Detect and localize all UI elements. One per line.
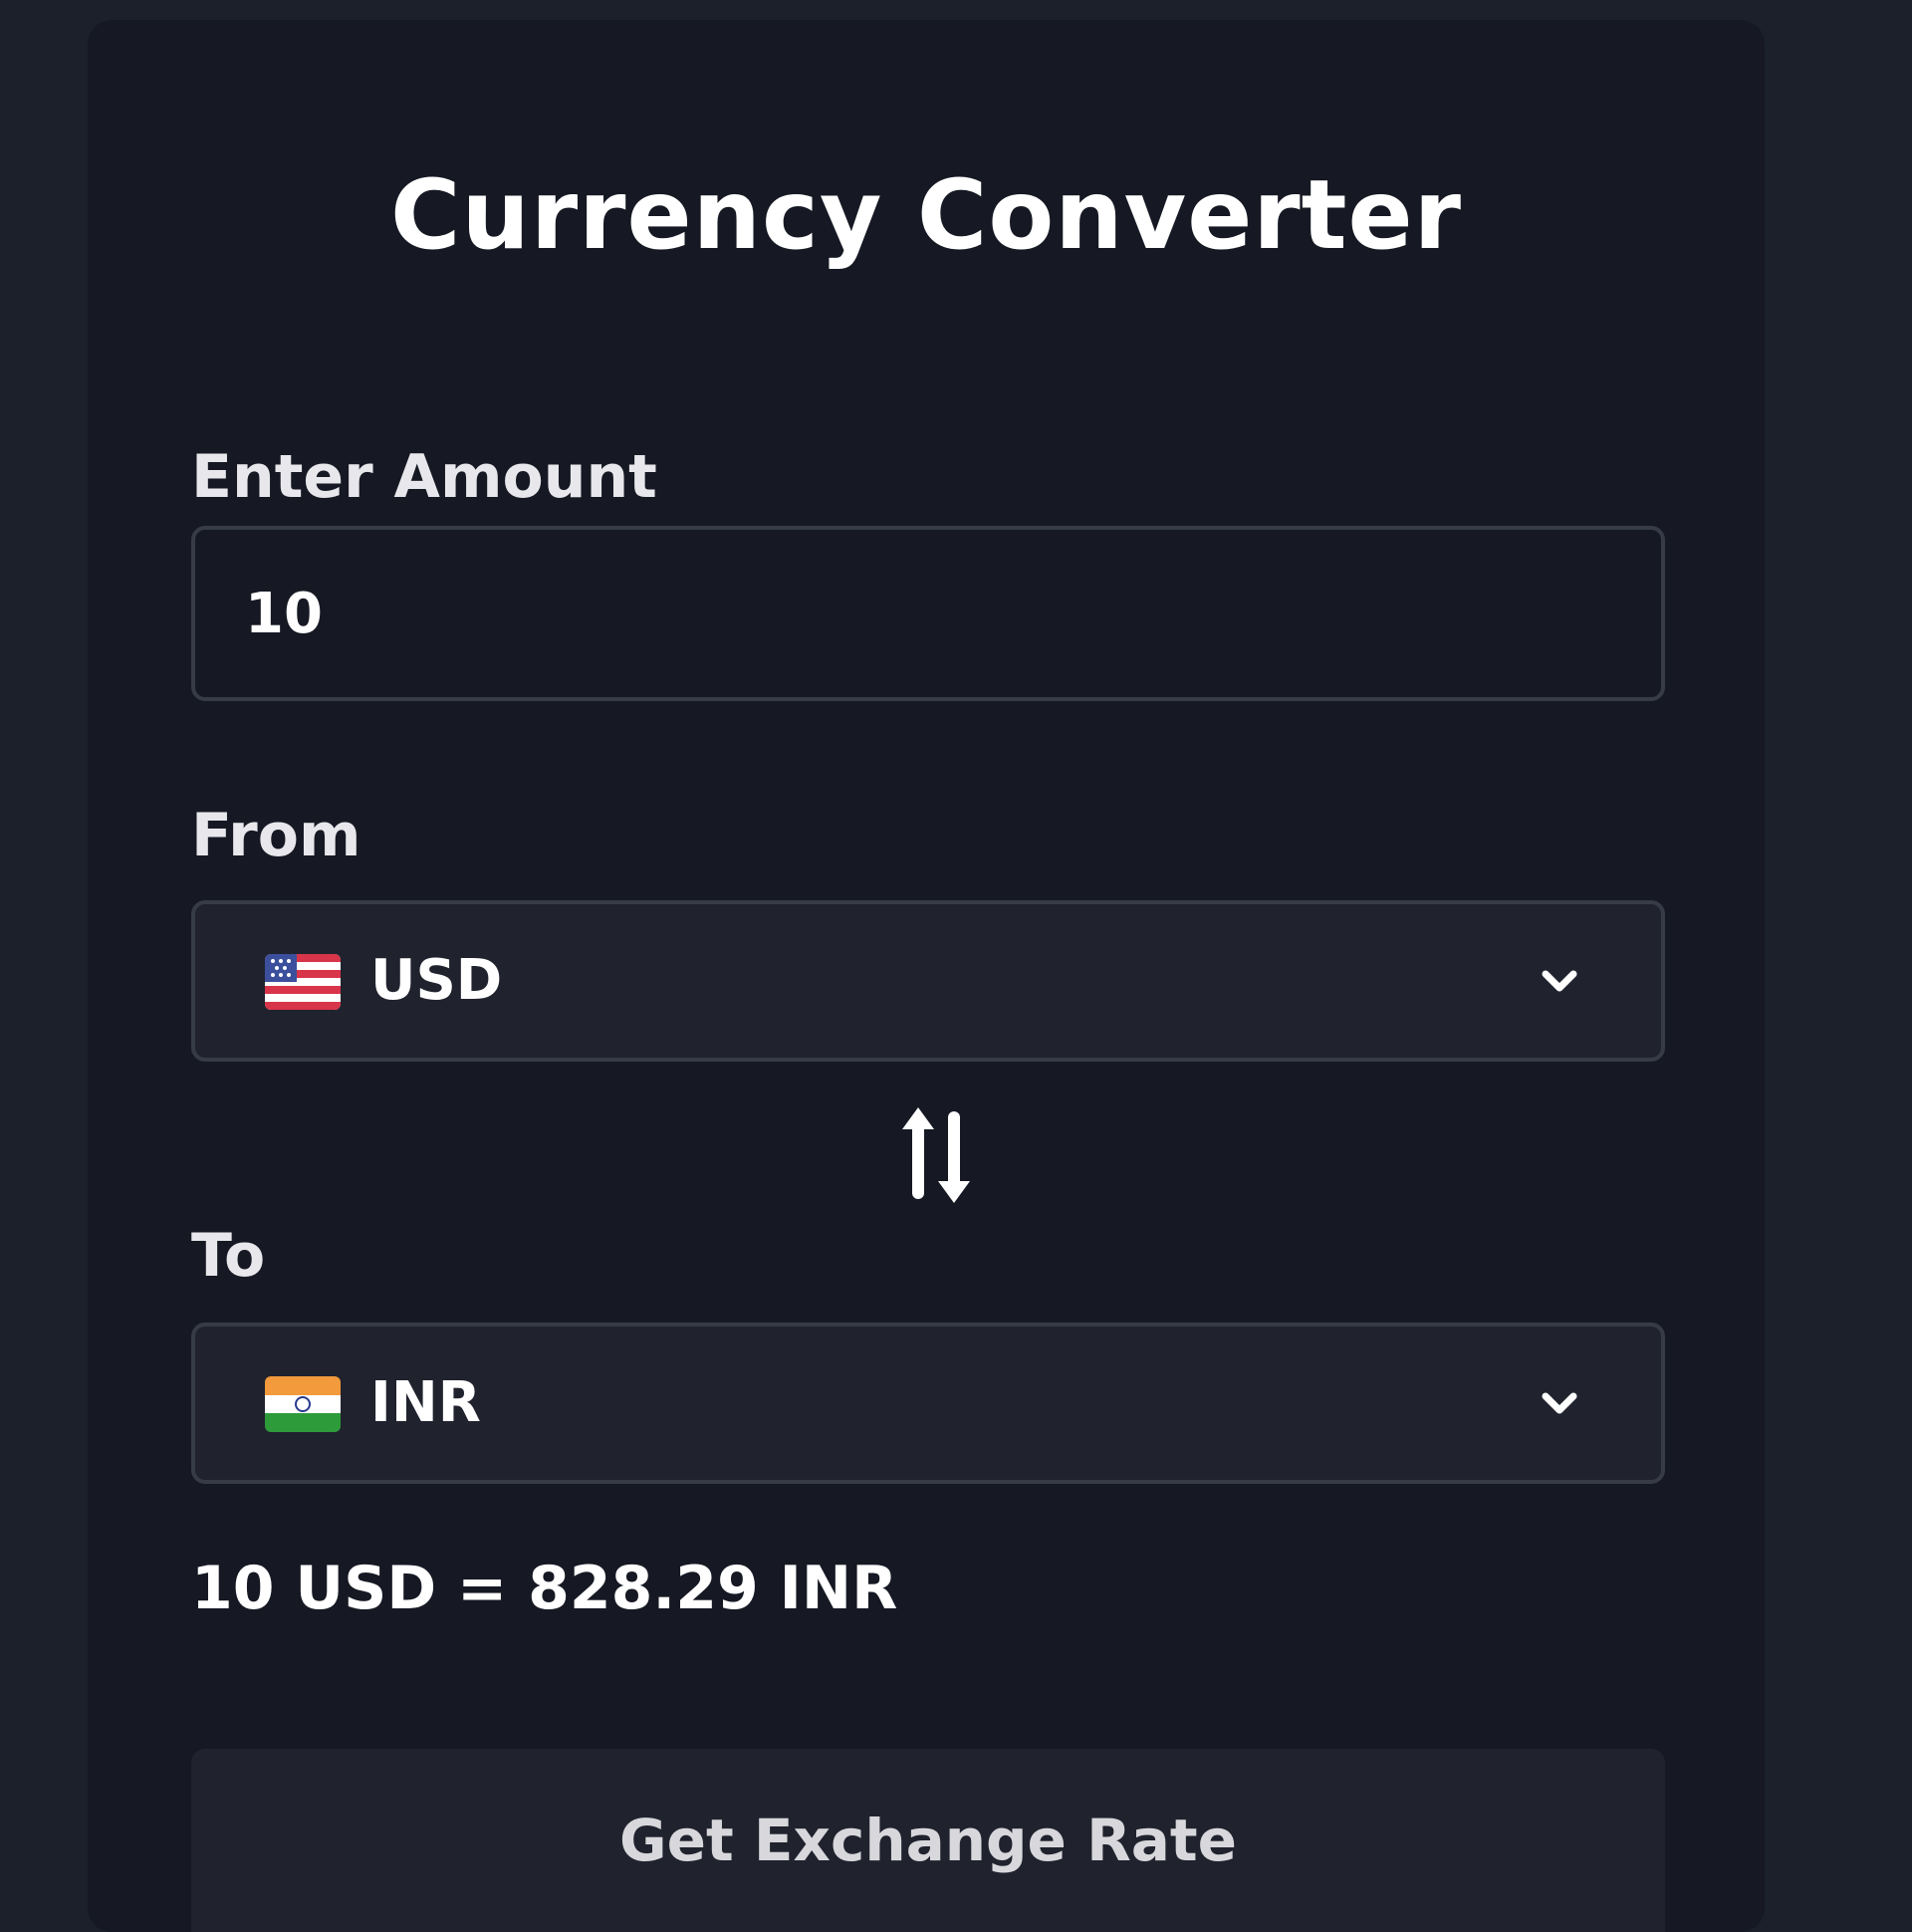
converter-card: Currency Converter Enter Amount From [88, 20, 1765, 1932]
from-label: From [191, 801, 361, 870]
conversion-result: 10 USD = 828.29 INR [191, 1554, 898, 1623]
chevron-down-icon [1538, 1384, 1581, 1424]
to-currency-select[interactable]: INR [191, 1323, 1665, 1484]
us-flag-icon [265, 954, 341, 1010]
india-flag-icon [265, 1376, 341, 1432]
swap-arrows-icon[interactable] [896, 1107, 976, 1203]
to-label: To [191, 1221, 266, 1291]
to-currency-code: INR [370, 1370, 481, 1435]
amount-input[interactable] [191, 526, 1665, 701]
from-currency-select[interactable]: USD [191, 900, 1665, 1062]
get-exchange-rate-button[interactable]: Get Exchange Rate [191, 1749, 1665, 1932]
amount-label: Enter Amount [191, 442, 657, 512]
from-currency-code: USD [370, 948, 503, 1013]
chevron-down-icon [1538, 962, 1581, 1002]
page-title: Currency Converter [390, 159, 1462, 271]
